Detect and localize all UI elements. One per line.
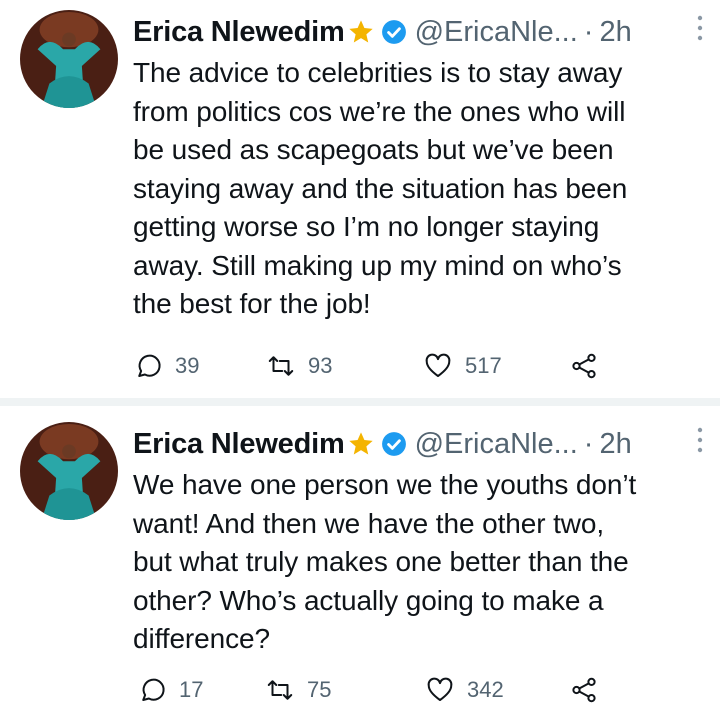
retweet-icon — [268, 356, 294, 376]
star-icon — [348, 432, 373, 455]
retweet-count: 93 — [308, 353, 333, 378]
tweet-actions: 17 75 342 — [133, 672, 613, 708]
verified-badge-icon — [381, 432, 406, 456]
timestamp[interactable]: 2h — [599, 16, 631, 49]
more-options-icon[interactable] — [696, 426, 704, 454]
more-options-icon[interactable] — [696, 14, 704, 42]
like-button[interactable]: 517 — [423, 348, 502, 384]
display-name[interactable]: Erica Nlewedim — [133, 428, 345, 461]
like-count: 517 — [465, 353, 502, 378]
like-count: 342 — [467, 677, 504, 702]
tweet-separator — [0, 398, 720, 406]
tweet-text: We have one person we the youths don’t w… — [133, 469, 637, 654]
reply-button[interactable]: 17 — [137, 672, 203, 708]
tweet-header: Erica Nlewedim @EricaNle... · 2h — [133, 424, 706, 464]
like-button[interactable]: 342 — [425, 672, 504, 708]
separator-dot: · — [583, 15, 594, 48]
reply-count: 39 — [175, 353, 200, 378]
reply-count: 17 — [179, 677, 204, 702]
share-button[interactable] — [569, 348, 599, 384]
tweet-header: Erica Nlewedim @EricaNle... · 2h — [133, 12, 706, 52]
reply-icon — [138, 354, 161, 377]
share-icon — [572, 353, 596, 379]
handle[interactable]: @EricaNle... — [415, 428, 578, 461]
retweet-icon — [267, 680, 293, 700]
retweet-button[interactable]: 93 — [266, 348, 332, 384]
share-icon — [572, 677, 596, 703]
avatar[interactable] — [20, 10, 118, 108]
heart-icon — [427, 677, 453, 701]
timestamp[interactable]: 2h — [599, 428, 631, 461]
avatar[interactable] — [20, 422, 118, 520]
separator-dot: · — [583, 427, 594, 460]
tweet[interactable]: Erica Nlewedim @EricaNle... · 2h We have… — [0, 406, 720, 718]
tweet-text: The advice to celebrities is to stay awa… — [133, 57, 628, 319]
handle[interactable]: @EricaNle... — [415, 16, 578, 49]
retweet-button[interactable]: 75 — [265, 672, 331, 708]
display-name[interactable]: Erica Nlewedim — [133, 16, 345, 49]
heart-icon — [425, 353, 451, 377]
tweet-feed: Erica Nlewedim @EricaNle... · 2h The adv… — [0, 0, 720, 718]
avatar-image — [20, 422, 118, 520]
reply-icon — [142, 678, 165, 701]
retweet-count: 75 — [307, 677, 332, 702]
star-icon — [348, 20, 373, 43]
reply-button[interactable]: 39 — [133, 348, 199, 384]
share-button[interactable] — [569, 672, 599, 708]
tweet-actions: 39 93 517 — [133, 348, 613, 384]
avatar-image — [20, 10, 118, 108]
verified-badge-icon — [381, 20, 406, 44]
tweet[interactable]: Erica Nlewedim @EricaNle... · 2h The adv… — [0, 0, 720, 398]
